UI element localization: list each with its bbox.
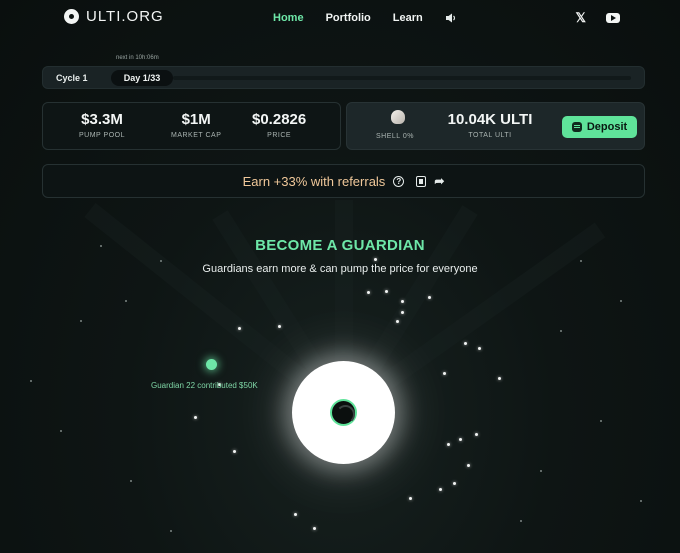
total-ulti-stat: 10.04K ULTI TOTAL ULTI bbox=[445, 111, 535, 139]
star-dot bbox=[475, 433, 478, 436]
star-dot bbox=[478, 347, 481, 350]
guardian-orb[interactable] bbox=[292, 361, 395, 464]
shell-icon bbox=[391, 110, 405, 124]
price-stat: $0.2826 PRICE bbox=[252, 111, 306, 139]
star-dot bbox=[233, 450, 236, 453]
total-ulti-label: TOTAL ULTI bbox=[468, 132, 512, 139]
star-dot bbox=[409, 497, 412, 500]
pump-pool-value: $3.3M bbox=[81, 111, 123, 128]
star-dot bbox=[600, 420, 602, 422]
star-dot bbox=[367, 291, 370, 294]
guardian-subtitle: Guardians earn more & can pump the price… bbox=[202, 263, 478, 275]
star-dot bbox=[520, 520, 522, 522]
star-dot bbox=[194, 416, 197, 419]
deposit-label: Deposit bbox=[586, 121, 628, 133]
star-dot bbox=[498, 377, 501, 380]
star-dot bbox=[459, 438, 462, 441]
star-dot bbox=[160, 260, 162, 262]
day-pill: Day 1/33 bbox=[111, 70, 173, 86]
pump-pool-stat: $3.3M PUMP POOL bbox=[79, 111, 125, 139]
star-dot bbox=[620, 300, 622, 302]
logo-icon bbox=[64, 9, 79, 24]
price-label: PRICE bbox=[267, 132, 292, 139]
star-dot bbox=[467, 464, 470, 467]
main-nav: Home Portfolio Learn bbox=[273, 11, 457, 24]
star-dot bbox=[580, 260, 582, 262]
total-ulti-value: 10.04K ULTI bbox=[447, 111, 533, 128]
guardian-event-label: Guardian 22 contributed $50K bbox=[151, 381, 258, 390]
sound-icon[interactable] bbox=[445, 12, 457, 24]
social-links: 𝕏 bbox=[576, 11, 620, 24]
nav-learn[interactable]: Learn bbox=[393, 12, 423, 24]
star-dot bbox=[60, 430, 62, 432]
market-cap-stat: $1M MARKET CAP bbox=[171, 111, 221, 139]
top-header: ULTI.ORG Home Portfolio Learn 𝕏 bbox=[0, 0, 680, 40]
x-icon[interactable]: 𝕏 bbox=[576, 11, 586, 24]
star-dot bbox=[396, 320, 399, 323]
star-dot bbox=[540, 470, 542, 472]
nav-home[interactable]: Home bbox=[273, 12, 304, 24]
wallet-stats-panel: SHELL 0% 10.04K ULTI TOTAL ULTI Deposit bbox=[346, 102, 645, 150]
star-dot bbox=[30, 380, 32, 382]
star-dot bbox=[238, 327, 241, 330]
referral-banner[interactable]: Earn +33% with referrals ? ➦ bbox=[42, 164, 645, 198]
star-dot bbox=[374, 258, 377, 261]
price-value: $0.2826 bbox=[252, 111, 307, 128]
orb-core-icon bbox=[330, 399, 357, 426]
market-cap-value: $1M bbox=[181, 111, 211, 128]
star-dot bbox=[100, 245, 102, 247]
deposit-button[interactable]: Deposit bbox=[562, 116, 637, 138]
star-dot bbox=[453, 482, 456, 485]
star-dot bbox=[278, 325, 281, 328]
star-dot bbox=[401, 311, 404, 314]
star-dot bbox=[560, 330, 562, 332]
star-dot bbox=[130, 480, 132, 482]
help-icon[interactable]: ? bbox=[393, 175, 405, 187]
market-stats-panel: $3.3M PUMP POOL $1M MARKET CAP $0.2826 P… bbox=[42, 102, 341, 150]
star-dot bbox=[170, 530, 172, 532]
copy-icon[interactable] bbox=[416, 175, 427, 187]
logo-text: ULTI.ORG bbox=[86, 8, 164, 25]
star-dot bbox=[443, 372, 446, 375]
cycle-label: Cycle 1 bbox=[56, 73, 88, 83]
next-cycle-timer: next in 10h:06m bbox=[116, 55, 159, 61]
star-dot bbox=[80, 320, 82, 322]
guardian-node[interactable] bbox=[206, 359, 217, 370]
cycle-bar: Cycle 1 Day 1/33 bbox=[42, 66, 645, 89]
star-dot bbox=[125, 300, 127, 302]
star-dot bbox=[439, 488, 442, 491]
guardian-title: BECOME A GUARDIAN bbox=[255, 237, 425, 254]
star-dot bbox=[464, 342, 467, 345]
star-dot bbox=[294, 513, 297, 516]
cycle-progress-track bbox=[173, 76, 631, 80]
star-dot bbox=[313, 527, 316, 530]
youtube-icon[interactable] bbox=[606, 12, 620, 23]
logo[interactable]: ULTI.ORG bbox=[64, 8, 164, 25]
pump-pool-label: PUMP POOL bbox=[79, 132, 125, 139]
coins-icon bbox=[571, 122, 582, 132]
star-dot bbox=[401, 300, 404, 303]
star-dot bbox=[385, 290, 388, 293]
star-dot bbox=[447, 443, 450, 446]
shell-label: SHELL 0% bbox=[376, 133, 414, 140]
market-cap-label: MARKET CAP bbox=[171, 132, 222, 139]
referral-text: Earn +33% with referrals bbox=[242, 173, 386, 189]
star-dot bbox=[428, 296, 431, 299]
share-icon[interactable]: ➦ bbox=[434, 174, 444, 188]
nav-portfolio[interactable]: Portfolio bbox=[326, 12, 371, 24]
star-dot bbox=[640, 500, 642, 502]
